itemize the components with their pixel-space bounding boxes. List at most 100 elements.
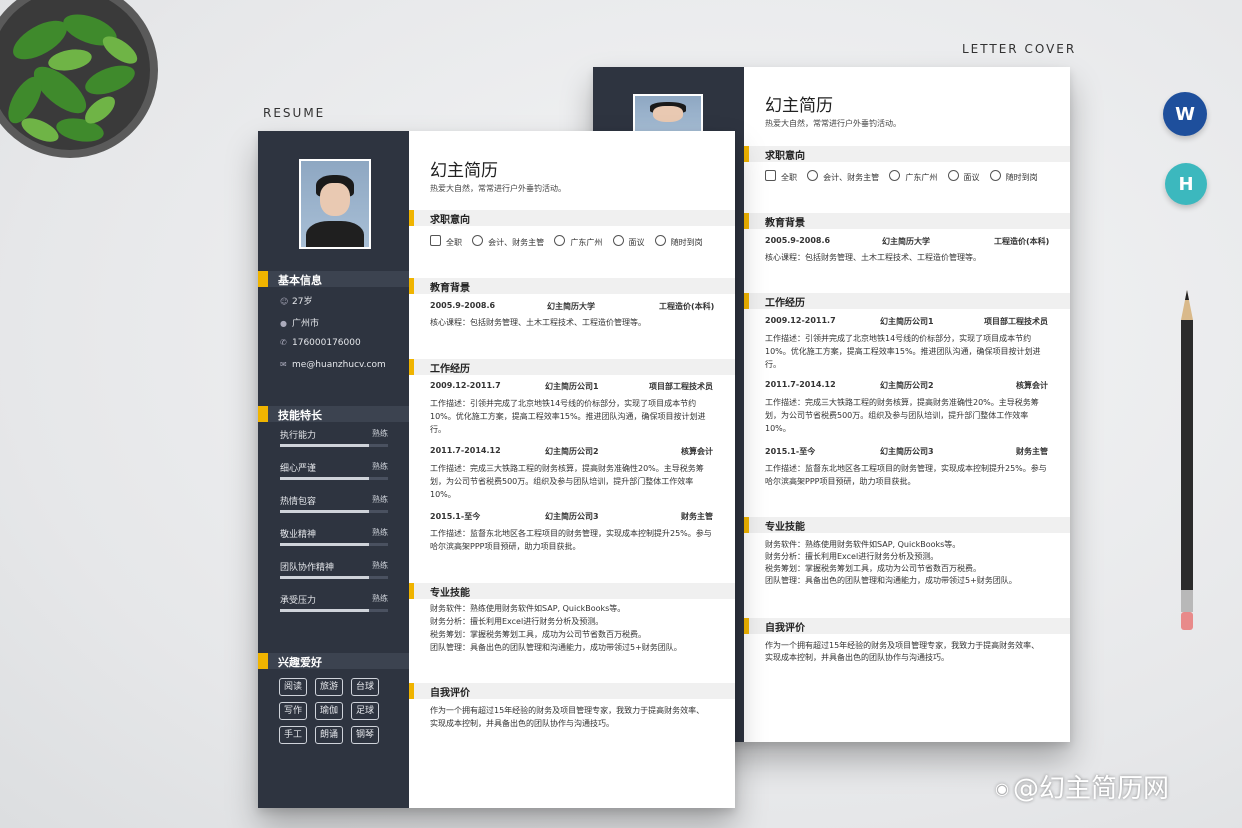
phone-row: ✆ 176000176000 [280,338,361,348]
letter-cover-label: LETTER COVER [962,42,1077,56]
skill-level-bar [280,477,388,480]
intent-row: 全职 会计、财务主管 广东广州 面议 随时到岗 [430,235,703,248]
back-work-company: 幻主简历公司3 [880,447,934,456]
pro-item: 团队管理：具备出色的团队管理和沟通能力，成功带领过5+财务团队。 [430,643,682,652]
skill-item: 细心严谨 熟练 [280,461,388,480]
self-line: 作为一个拥有超过15年经验的财务及项目管理专家，我致力于提高财务效率、 [430,706,705,715]
back-work-role: 项目部工程技术员 [984,317,1048,326]
grid-icon [430,235,441,246]
back-work-period: 2015.1-至今 [765,447,816,456]
back-work-company: 幻主简历公司2 [880,381,934,390]
back-self-title: 自我评价 [765,623,805,634]
back-pro-item: 团队管理：具备出色的团队管理和沟通能力，成功带领过5+财务团队。 [765,576,1017,585]
back-edu-title: 教育背景 [765,218,805,229]
work-title: 工作经历 [430,364,470,375]
back-work-desc: 工作描述：完成三大铁路工程的财务核算，提高财务准确性20%。主导税务筹划，为公司… [765,398,1039,433]
plant-decoration [0,0,158,158]
skill-item: 敬业精神 熟练 [280,527,388,546]
work-company: 幻主简历公司2 [545,447,599,456]
back-self-line: 实现成本控制，并具备出色的团队协作与沟通技巧。 [765,653,949,662]
phone-icon: ✆ [280,338,287,347]
skill-item: 团队协作精神 熟练 [280,560,388,579]
work-company: 幻主简历公司1 [545,382,599,391]
skill-item: 热情包容 熟练 [280,494,388,513]
edu-title: 教育背景 [430,283,470,294]
hobby-tag: 写作 [279,702,307,720]
front-name: 幻主简历 [430,161,498,181]
intent-title: 求职意向 [430,215,470,226]
watermark: ◉ @幻主简历网 [995,774,1169,804]
clock-icon [654,235,666,246]
back-work-role: 核算会计 [1016,381,1048,390]
city-row: ● 广州市 [280,319,320,329]
back-pro-title: 专业技能 [765,522,805,533]
front-main: 幻主简历 热爱大自然，常常进行户外垂钓活动。 求职意向 全职 会计、财务主管 广… [409,131,735,808]
hobby-tag: 朗诵 [315,726,343,744]
back-name: 幻主简历 [765,96,833,116]
back-work-company: 幻主简历公司1 [880,317,934,326]
work-desc: 工作描述：监督东北地区各工程项目的财务管理，实现成本控制提升25%。参与哈尔滨高… [430,529,712,551]
wps-app-icon[interactable]: H [1165,163,1207,205]
front-sidebar: 基本信息 ☺ 27岁 ● 广州市 ✆ 176000176000 ✉ me@huanzhu… [258,131,409,808]
work-period: 2009.12-2011.7 [430,381,501,390]
weibo-icon: ◉ [995,779,1009,798]
skill-level-bar [280,576,388,579]
pro-item: 财务软件：熟练使用财务软件如SAP, QuickBooks等。 [430,604,626,613]
back-intent-title: 求职意向 [765,151,805,162]
back-edu-school: 幻主简历大学 [882,237,930,246]
location-icon: ● [280,319,287,328]
back-edu-major: 工程造价(本科) [994,237,1050,246]
pencil-decoration [1181,290,1193,630]
self-title: 自我评价 [430,688,470,699]
back-intent-row: 全职 会计、财务主管 广东广州 面议 随时到岗 [765,170,1038,183]
edu-major: 工程造价(本科) [659,302,715,311]
skills-header: 技能特长 [258,406,409,422]
front-resume-page: 基本信息 ☺ 27岁 ● 广州市 ✆ 176000176000 ✉ me@huanzhu… [258,131,735,808]
work-role: 核算会计 [681,447,713,456]
back-work-period: 2011.7-2014.12 [765,380,836,389]
hobby-tag: 钢琴 [351,726,379,744]
mail-icon: ✉ [280,360,287,369]
work-role: 项目部工程技术员 [649,382,713,391]
work-desc: 工作描述：完成三大铁路工程的财务核算，提高财务准确性20%。主导税务筹划，为公司… [430,464,704,499]
pro-item: 财务分析：擅长利用Excel进行财务分析及预测。 [430,617,604,626]
skill-level-bar [280,609,388,612]
skill-item: 承受压力 熟练 [280,593,388,612]
person-icon: ☺ [280,297,289,306]
back-main: 幻主简历 热爱大自然，常常进行户外垂钓活动。 求职意向 全职 会计、财务主管 广… [744,67,1070,742]
pro-title: 专业技能 [430,588,470,599]
edu-course: 核心课程：包括财务管理、土木工程技术、工程造价管理等。 [430,318,646,327]
work-period: 2011.7-2014.12 [430,446,501,455]
back-work-desc: 工作描述：引领并完成了北京地铁14号线的价标部分，实现了项目成本节约10%。优化… [765,334,1041,369]
word-app-icon[interactable]: W [1163,92,1207,136]
work-desc: 工作描述：引领并完成了北京地铁14号线的价标部分，实现了项目成本节约10%。优化… [430,399,706,434]
work-company: 幻主简历公司3 [545,512,599,521]
front-avatar [299,159,371,249]
email-row: ✉ me@huanzhucv.com [280,360,386,370]
back-work-period: 2009.12-2011.7 [765,316,836,325]
hobby-tag: 旅游 [315,678,343,696]
location-icon [554,235,566,246]
work-role: 财务主管 [681,512,713,521]
back-work-desc: 工作描述：监督东北地区各工程项目的财务管理，实现成本控制提升25%。参与哈尔滨高… [765,464,1047,486]
hobby-tag: 足球 [351,702,379,720]
back-edu-period: 2005.9-2008.6 [765,236,831,245]
edu-school: 幻主简历大学 [547,302,595,311]
money-icon [612,235,624,246]
resume-label: RESUME [263,106,326,120]
skill-level-bar [280,543,388,546]
back-edu-course: 核心课程：包括财务管理、土木工程技术、工程造价管理等。 [765,253,981,262]
self-line: 实现成本控制，并具备出色的团队协作与沟通技巧。 [430,719,614,728]
hobbies-header: 兴趣爱好 [258,653,409,669]
back-work-role: 财务主管 [1016,447,1048,456]
work-period: 2015.1-至今 [430,512,481,521]
edu-period: 2005.9-2008.6 [430,301,496,310]
front-motto: 热爱大自然，常常进行户外垂钓活动。 [430,184,566,193]
basic-info-header: 基本信息 [258,271,409,287]
hobby-tag: 阅读 [279,678,307,696]
hobby-tag: 台球 [351,678,379,696]
skill-level-bar [280,444,388,447]
hobby-tag: 瑜伽 [315,702,343,720]
hobby-tag: 手工 [279,726,307,744]
skill-level-bar [280,510,388,513]
